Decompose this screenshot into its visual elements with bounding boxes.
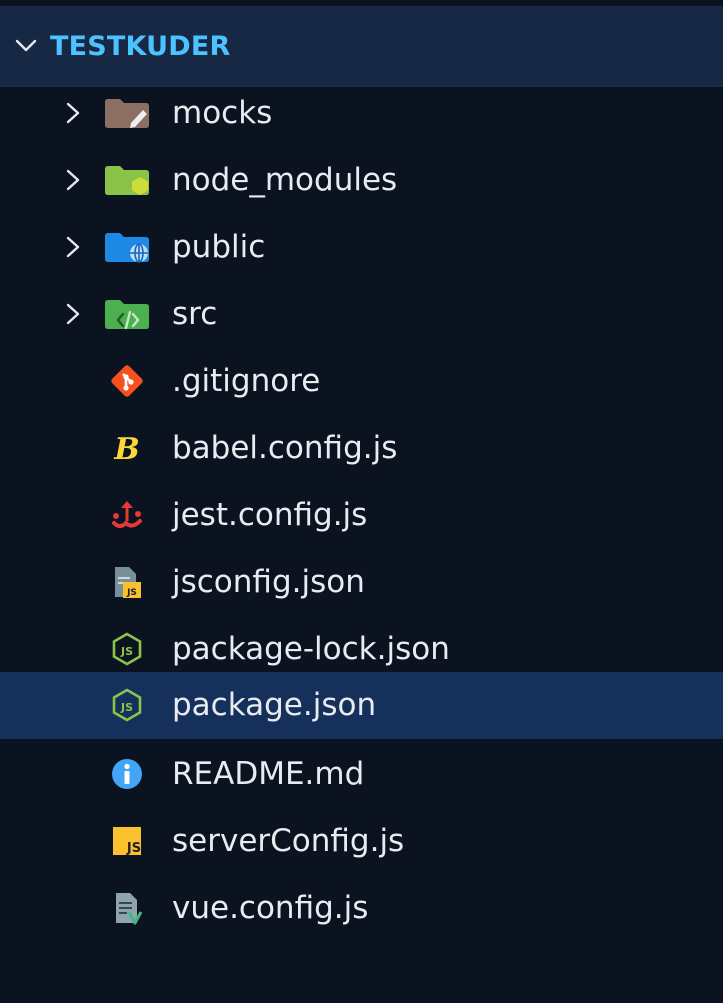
tree-item-node-modules[interactable]: node_modules [0, 147, 723, 214]
tree-item-label: babel.config.js [172, 430, 398, 466]
chevron-down-icon[interactable] [14, 34, 38, 58]
tree-item-jsconfig[interactable]: JS jsconfig.json [0, 549, 723, 616]
tree-item-label: .gitignore [172, 363, 321, 399]
tree-item-server-config[interactable]: JS serverConfig.js [0, 808, 723, 875]
svg-text:JS: JS [120, 701, 133, 714]
tree-item-public[interactable]: public [0, 214, 723, 281]
tree-item-readme[interactable]: README.md [0, 741, 723, 808]
chevron-right-icon[interactable] [62, 302, 84, 326]
tree-item-vue-config[interactable]: vue.config.js [0, 875, 723, 942]
tree-item-label: src [172, 296, 218, 332]
tree-item-label: node_modules [172, 162, 398, 198]
tree-item-label: jest.config.js [172, 497, 368, 533]
folder-src-icon [102, 296, 152, 332]
tree-item-src[interactable]: src [0, 281, 723, 348]
chevron-right-icon[interactable] [62, 235, 84, 259]
svg-text:JS: JS [126, 588, 137, 598]
tree-item-label: public [172, 229, 266, 265]
file-explorer: TESTKUDER mocks node_modules public src … [0, 0, 723, 1003]
info-icon [102, 756, 152, 792]
chevron-right-icon[interactable] [62, 168, 84, 192]
tree-item-jest-config[interactable]: jest.config.js [0, 482, 723, 549]
tree-item-label: README.md [172, 756, 365, 792]
javascript-icon: JS [102, 823, 152, 859]
svg-text:JS: JS [126, 841, 141, 856]
jsconfig-icon: JS [102, 564, 152, 600]
tree-item-label: serverConfig.js [172, 823, 405, 859]
tree-item-label: mocks [172, 95, 273, 131]
folder-public-icon [102, 229, 152, 265]
tree-item-package-json[interactable]: JS package.json [0, 672, 723, 739]
tree-item-label: package-lock.json [172, 631, 450, 667]
svg-text:JS: JS [120, 645, 133, 658]
config-file-icon [102, 890, 152, 926]
jest-icon [102, 497, 152, 533]
tree-item-label: jsconfig.json [172, 564, 365, 600]
tree-item-label: vue.config.js [172, 890, 369, 926]
svg-text:B: B [113, 432, 139, 466]
explorer-root-header[interactable]: TESTKUDER [0, 6, 723, 87]
tree-item-mocks[interactable]: mocks [0, 80, 723, 147]
git-icon [102, 363, 152, 399]
chevron-right-icon[interactable] [62, 101, 84, 125]
folder-node-icon [102, 162, 152, 198]
tree-item-label: package.json [172, 687, 377, 723]
nodejs-icon: JS [102, 687, 152, 723]
tree-item-gitignore[interactable]: .gitignore [0, 348, 723, 415]
explorer-root-title: TESTKUDER [50, 30, 231, 62]
nodejs-icon: JS [102, 631, 152, 667]
tree-item-babel-config[interactable]: B babel.config.js [0, 415, 723, 482]
folder-mocks-icon [102, 95, 152, 131]
babel-icon: B [102, 430, 152, 466]
